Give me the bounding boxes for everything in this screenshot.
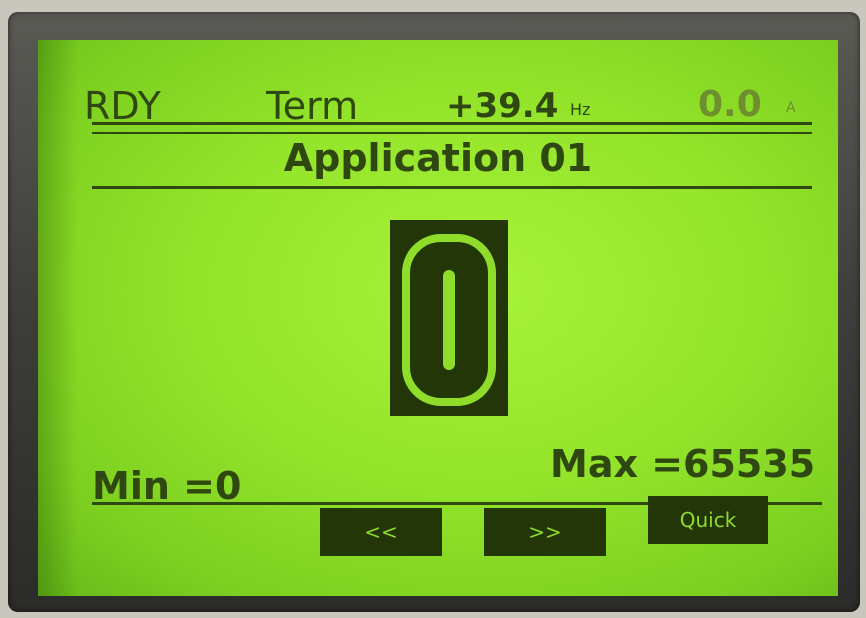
back-softkey-button[interactable]: << xyxy=(320,508,442,556)
status-divider-secondary xyxy=(92,132,812,134)
value-editor[interactable] xyxy=(390,220,508,416)
output-current: 0.0 xyxy=(698,84,762,125)
page-title: Application 01 xyxy=(283,136,593,180)
output-frequency: +39.4 xyxy=(446,86,559,126)
frequency-unit: Hz xyxy=(570,100,591,119)
current-unit: A xyxy=(786,100,796,116)
value-digit xyxy=(402,234,496,406)
title-divider xyxy=(92,186,812,189)
forward-softkey-button[interactable]: >> xyxy=(484,508,606,556)
quick-softkey-button[interactable]: Quick xyxy=(648,496,768,544)
digit-stroke xyxy=(443,270,455,370)
lcd-screen: RDY Term +39.4 Hz 0.0 A Application 01 M… xyxy=(38,40,838,596)
status-divider xyxy=(92,122,812,125)
max-value-label: Max =65535 xyxy=(550,442,816,486)
